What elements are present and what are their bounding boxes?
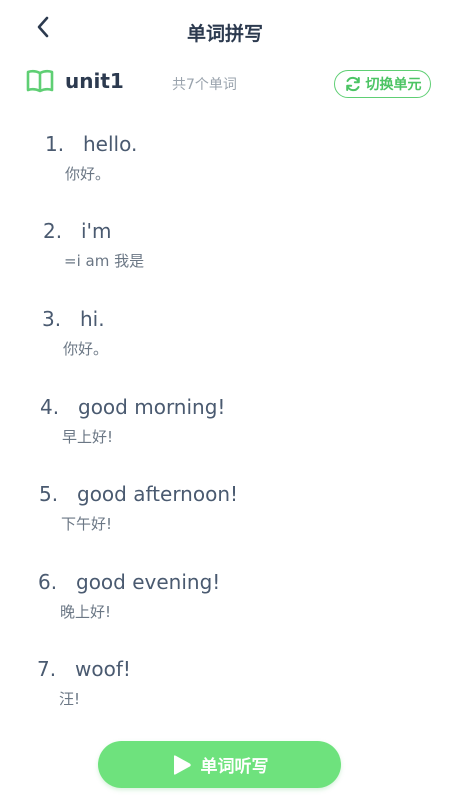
word-number: 1. [45, 132, 65, 156]
word-meaning: 下午好! [61, 515, 113, 533]
word-line: 4. good morning! [40, 395, 225, 419]
word-meaning: 你好。 [63, 340, 109, 358]
word-meaning: =i am 我是 [64, 252, 145, 270]
word-text: good morning! [78, 395, 226, 419]
word-line: 5. good afternoon! [39, 482, 238, 506]
page-title: 单词拼写 [186, 23, 263, 45]
word-text: woof! [75, 657, 131, 681]
word-count: 共7个单词 [172, 77, 237, 93]
word-number: 2. [43, 219, 63, 243]
play-icon [173, 754, 191, 775]
word-text: i'm [81, 219, 112, 243]
unit-bar: unit1 共7个单词 切换单元 [0, 62, 450, 106]
word-line: 1. hello. [45, 132, 137, 156]
word-meaning: 你好。 [65, 165, 111, 183]
word-number: 4. [40, 395, 60, 419]
word-line: 7. woof! [37, 657, 131, 681]
word-text: hello. [83, 132, 138, 156]
word-item[interactable]: 5. good afternoon! 下午好! [39, 482, 238, 552]
word-text: good afternoon! [77, 482, 239, 506]
unit-name: unit1 [65, 69, 124, 93]
word-number: 7. [37, 657, 57, 681]
word-meaning: 早上好! [62, 428, 114, 446]
word-meaning: 晚上好! [60, 603, 112, 621]
word-item[interactable]: 4. good morning! 早上好! [40, 395, 225, 465]
word-item[interactable]: 1. hello. 你好。 [45, 132, 137, 202]
word-item[interactable]: 3. hi. 你好。 [42, 307, 108, 377]
dictation-label: 单词听写 [200, 757, 269, 777]
word-line: 3. hi. [42, 307, 108, 331]
refresh-icon [345, 76, 360, 92]
word-item[interactable]: 7. woof! 汪! [37, 657, 131, 727]
dictation-button[interactable]: 单词听写 [98, 741, 341, 788]
word-number: 5. [39, 482, 59, 506]
word-text: hi. [80, 307, 105, 331]
word-text: good evening! [76, 570, 221, 594]
word-item[interactable]: 6. good evening! 晚上好! [38, 570, 220, 640]
word-line: 2. i'm [43, 219, 144, 243]
book-icon [26, 69, 54, 93]
word-item[interactable]: 2. i'm =i am 我是 [43, 219, 144, 289]
switch-unit-label: 切换单元 [365, 77, 422, 93]
word-number: 3. [42, 307, 62, 331]
word-line: 6. good evening! [38, 570, 220, 594]
header-bar: 单词拼写 [0, 0, 450, 62]
word-meaning: 汪! [59, 690, 81, 708]
word-number: 6. [38, 570, 58, 594]
switch-unit-button[interactable]: 切换单元 [334, 70, 431, 98]
